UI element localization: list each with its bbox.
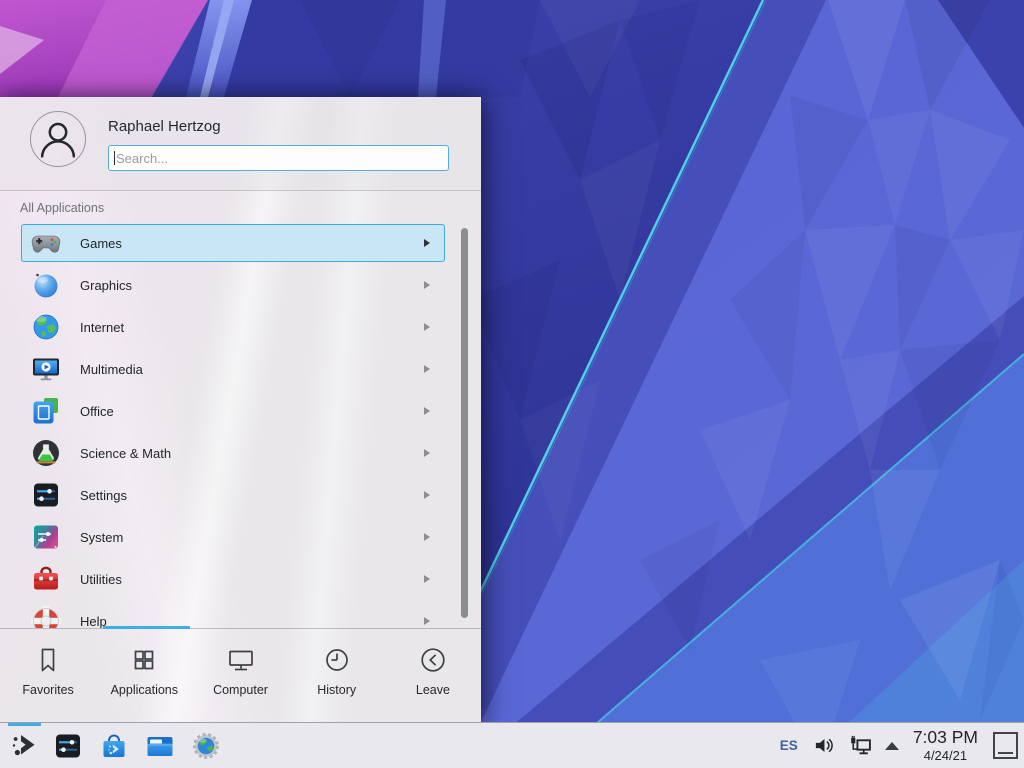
- submenu-arrow-icon: [424, 407, 430, 415]
- documents-icon: [30, 395, 62, 427]
- category-games[interactable]: Games: [21, 224, 445, 262]
- toolbox-icon: [30, 563, 62, 595]
- user-icon: [31, 112, 85, 166]
- category-label: Graphics: [80, 278, 424, 293]
- text-cursor: [114, 151, 115, 165]
- tab-computer[interactable]: Computer: [192, 629, 288, 722]
- clock-date: 4/24/21: [913, 749, 978, 762]
- system-tray: ES 7:03 PM: [780, 723, 1018, 768]
- tab-favorites[interactable]: Favorites: [0, 629, 96, 722]
- system-sliders-icon: [30, 521, 62, 553]
- category-list: Games Graphics: [0, 220, 458, 628]
- category-science-math[interactable]: Science & Math: [21, 434, 445, 472]
- tab-applications[interactable]: Applications: [96, 629, 192, 722]
- submenu-arrow-icon: [424, 365, 430, 373]
- submenu-arrow-icon: [424, 281, 430, 289]
- tab-history[interactable]: History: [289, 629, 385, 722]
- taskbar-launcher-button[interactable]: [9, 730, 41, 762]
- tab-label: Leave: [416, 683, 450, 697]
- media-screen-icon: [30, 353, 62, 385]
- expand-tray-icon[interactable]: [885, 742, 899, 750]
- shopping-bag-icon: [98, 730, 130, 762]
- tab-label: Applications: [111, 683, 178, 697]
- user-avatar[interactable]: [30, 111, 86, 167]
- globe-gear-icon: [190, 730, 222, 762]
- category-label: Settings: [80, 488, 424, 503]
- taskbar-file-manager-button[interactable]: [144, 730, 176, 762]
- globe-icon: [30, 311, 62, 343]
- lifebuoy-icon: [30, 605, 62, 628]
- category-label: Games: [80, 236, 424, 251]
- search-input[interactable]: [108, 145, 449, 171]
- category-system[interactable]: System: [21, 518, 445, 556]
- monitor-icon: [225, 644, 257, 676]
- category-internet[interactable]: Internet: [21, 308, 445, 346]
- digital-clock[interactable]: 7:03 PM 4/24/21: [913, 729, 978, 763]
- category-label: Internet: [80, 320, 424, 335]
- submenu-arrow-icon: [424, 491, 430, 499]
- section-label: All Applications: [20, 201, 104, 215]
- flask-icon: [30, 437, 62, 469]
- tab-leave[interactable]: Leave: [385, 629, 481, 722]
- settings-sliders-icon: [52, 730, 84, 762]
- gamepad-icon: [30, 227, 62, 259]
- taskbar-system-settings-button[interactable]: [52, 730, 84, 762]
- keyboard-layout-indicator[interactable]: ES: [780, 738, 798, 753]
- tab-bar: Favorites Applications Comp: [0, 628, 481, 722]
- taskbar-web-browser-button[interactable]: [190, 730, 222, 762]
- category-label: System: [80, 530, 424, 545]
- submenu-arrow-icon: [424, 449, 430, 457]
- category-settings[interactable]: Settings: [21, 476, 445, 514]
- active-task-indicator: [8, 723, 41, 726]
- submenu-arrow-icon: [424, 575, 430, 583]
- application-launcher-popup: Raphael Hertzog All Applications: [0, 97, 481, 722]
- taskbar-discover-button[interactable]: [98, 730, 130, 762]
- launcher-header: Raphael Hertzog: [0, 97, 481, 191]
- volume-icon[interactable]: [813, 735, 834, 756]
- network-icon[interactable]: [847, 735, 872, 756]
- category-label: Multimedia: [80, 362, 424, 377]
- category-label: Utilities: [80, 572, 424, 587]
- clock-time: 7:03 PM: [913, 729, 978, 747]
- user-name: Raphael Hertzog: [108, 118, 221, 135]
- desktop: Raphael Hertzog All Applications: [0, 0, 1024, 768]
- leave-circle-icon: [417, 644, 449, 676]
- app-grid-icon: [128, 644, 160, 676]
- category-label: Science & Math: [80, 446, 424, 461]
- category-office[interactable]: Office: [21, 392, 445, 430]
- show-desktop-button[interactable]: [993, 732, 1018, 759]
- tab-label: History: [317, 683, 356, 697]
- taskbar: ES 7:03 PM: [0, 722, 1024, 768]
- category-multimedia[interactable]: Multimedia: [21, 350, 445, 388]
- submenu-arrow-icon: [424, 533, 430, 541]
- category-help[interactable]: Help: [21, 602, 445, 628]
- tab-label: Favorites: [22, 683, 73, 697]
- active-tab-indicator: [103, 626, 190, 629]
- category-graphics[interactable]: Graphics: [21, 266, 445, 304]
- category-utilities[interactable]: Utilities: [21, 560, 445, 598]
- clock-icon: [321, 644, 353, 676]
- ball-icon: [30, 269, 62, 301]
- kde-kickoff-icon: [9, 730, 41, 762]
- bookmark-icon: [32, 644, 64, 676]
- sliders-icon: [30, 479, 62, 511]
- submenu-arrow-icon: [424, 323, 430, 331]
- scrollbar[interactable]: [461, 228, 468, 618]
- folder-icon: [144, 730, 176, 762]
- submenu-arrow-icon: [424, 617, 430, 625]
- category-label: Office: [80, 404, 424, 419]
- submenu-arrow-icon: [424, 239, 430, 247]
- tab-label: Computer: [213, 683, 268, 697]
